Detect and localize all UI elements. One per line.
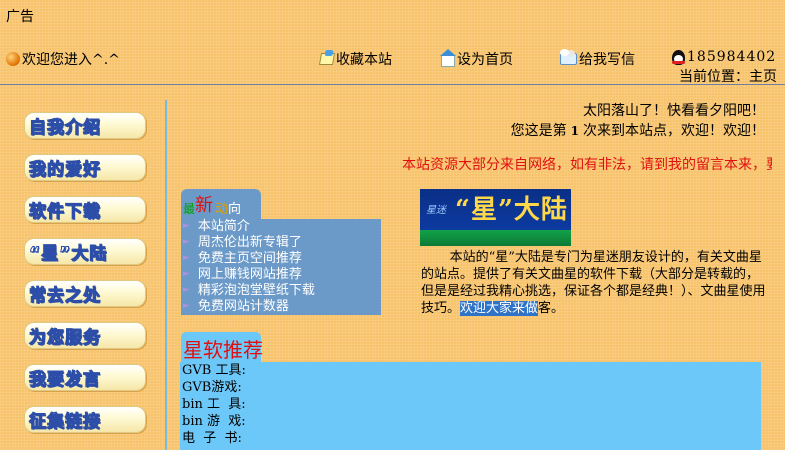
software-row: bin 工 具: [182,397,246,412]
sidebar-item-hobbies[interactable]: 我的爱好 [24,154,146,181]
star-continent-intro: 本站的“星”大陆是专门为星迷朋友设计的，有关文曲星的站点。提供了有关文曲星的软件… [421,249,771,317]
sidebar-item-service[interactable]: 为您服务 [24,322,146,349]
bullet-arrow-icon: ► [183,269,190,279]
software-row: bin 游 戏: [182,414,246,429]
banner-script-text: 星迷 [426,205,446,216]
visit-count: 1 [570,124,579,138]
news-item[interactable]: ► 周杰伦出新专辑了 [183,235,302,250]
sidebar-divider [165,100,167,450]
intro-tail: 客。 [538,301,565,316]
news-item[interactable]: ► 本站简介 [183,219,250,234]
sidebar-item-link-exchange[interactable]: 征集链接 [24,406,146,433]
bullet-arrow-icon: ► [183,237,190,247]
software-title: 星软推荐 [183,338,263,362]
news-item[interactable]: ► 免费网站计数器 [183,299,289,314]
bookmark-link[interactable]: 收藏本站 [318,49,392,69]
news-item-label[interactable]: 周杰伦出新专辑了 [198,235,302,250]
current-location: 当前位置：主页 [679,69,777,85]
sidebar-item-star-continent[interactable]: “星”大陆 [24,238,146,265]
visit-suffix: 次来到本站点，欢迎！欢迎！ [583,123,765,139]
bullet-arrow-icon: ► [183,301,190,311]
visit-counter-line: 您这是第 1 次来到本站点，欢迎！欢迎！ [511,121,765,141]
qq-penguin-icon [672,49,685,65]
intro-highlight: 欢迎大家来做 [460,301,539,316]
news-panel: 最 新 动 向 ► 本站简介 ► 周杰伦出新专辑了 ► 免费主页空间推荐 ► 网上赚钱网… [181,189,381,315]
news-title-char: 新 [195,195,214,216]
home-icon [440,49,456,67]
greeting: 太阳落山了！快看看夕阳吧！ 您这是第 1 次来到本站点，欢迎！欢迎！ [511,101,765,141]
software-row: GVB 工具: [182,363,246,378]
bookmark-label[interactable]: 收藏本站 [336,49,392,69]
news-title-char: 最 [183,202,196,216]
bookmark-icon [318,53,336,65]
news-item[interactable]: ► 网上赚钱网站推荐 [183,267,302,282]
sidebar-item-software-download[interactable]: 软件下载 [24,196,146,223]
set-home-label[interactable]: 设为首页 [457,49,513,69]
write-me-link[interactable]: 给我写信 [560,49,635,69]
bullet-arrow-icon: ► [183,221,190,231]
news-item-label[interactable]: 免费主页空间推荐 [198,251,302,266]
visit-prefix: 您这是第 [510,123,567,139]
bullet-arrow-icon: ► [183,285,190,295]
sidebar-item-frequent-places[interactable]: 常去之处 [24,280,146,307]
software-row: 电 子 书: [182,431,242,446]
sidebar-item-about-me[interactable]: 自我介绍 [24,112,146,139]
news-list: ► 本站简介 ► 周杰伦出新专辑了 ► 免费主页空间推荐 ► 网上赚钱网站推荐 ► 精彩泡… [181,219,381,315]
greeting-line: 太阳落山了！快看看夕阳吧！ [583,103,765,119]
news-item[interactable]: ► 免费主页空间推荐 [183,251,302,266]
news-item-label[interactable]: 精彩泡泡堂壁纸下载 [198,283,315,298]
write-me-label[interactable]: 给我写信 [579,49,635,69]
qq-contact[interactable]: 185984402 [672,49,776,65]
ad-label: 广告 [6,9,34,25]
news-title-char: 向 [228,202,242,217]
bullet-arrow-icon: ► [183,253,190,263]
notice-marquee: 本站资源大部分来自网络，如有非法，请到我的留言本来，要 [402,157,772,173]
set-home-link[interactable]: 设为首页 [440,49,513,69]
banner-title: “星”大陆 [455,195,568,225]
news-item[interactable]: ► 精彩泡泡堂壁纸下载 [183,283,315,298]
news-item-label[interactable]: 网上赚钱网站推荐 [198,267,302,282]
welcome-text: 欢迎您进入^.^ [22,52,120,68]
news-item-label[interactable]: 免费网站计数器 [198,299,289,314]
star-continent-banner[interactable]: 星迷 “星”大陆 [420,189,571,246]
mail-icon [560,49,577,65]
software-list: GVB 工具: GVB游戏: bin 工 具: bin 游 戏: 电 子 书: [180,362,761,450]
header-divider [0,84,785,85]
news-title-char: 动 [215,202,229,217]
news-item-label[interactable]: 本站简介 [198,219,250,234]
qq-number: 185984402 [687,49,777,65]
software-row: GVB游戏: [182,380,242,395]
news-panel-title: 最 新 动 向 [181,189,261,219]
welcome-text-group: 欢迎您进入^.^ [6,49,120,69]
sidebar-item-speak[interactable]: 我要发言 [24,364,146,391]
globe-icon [6,52,20,66]
